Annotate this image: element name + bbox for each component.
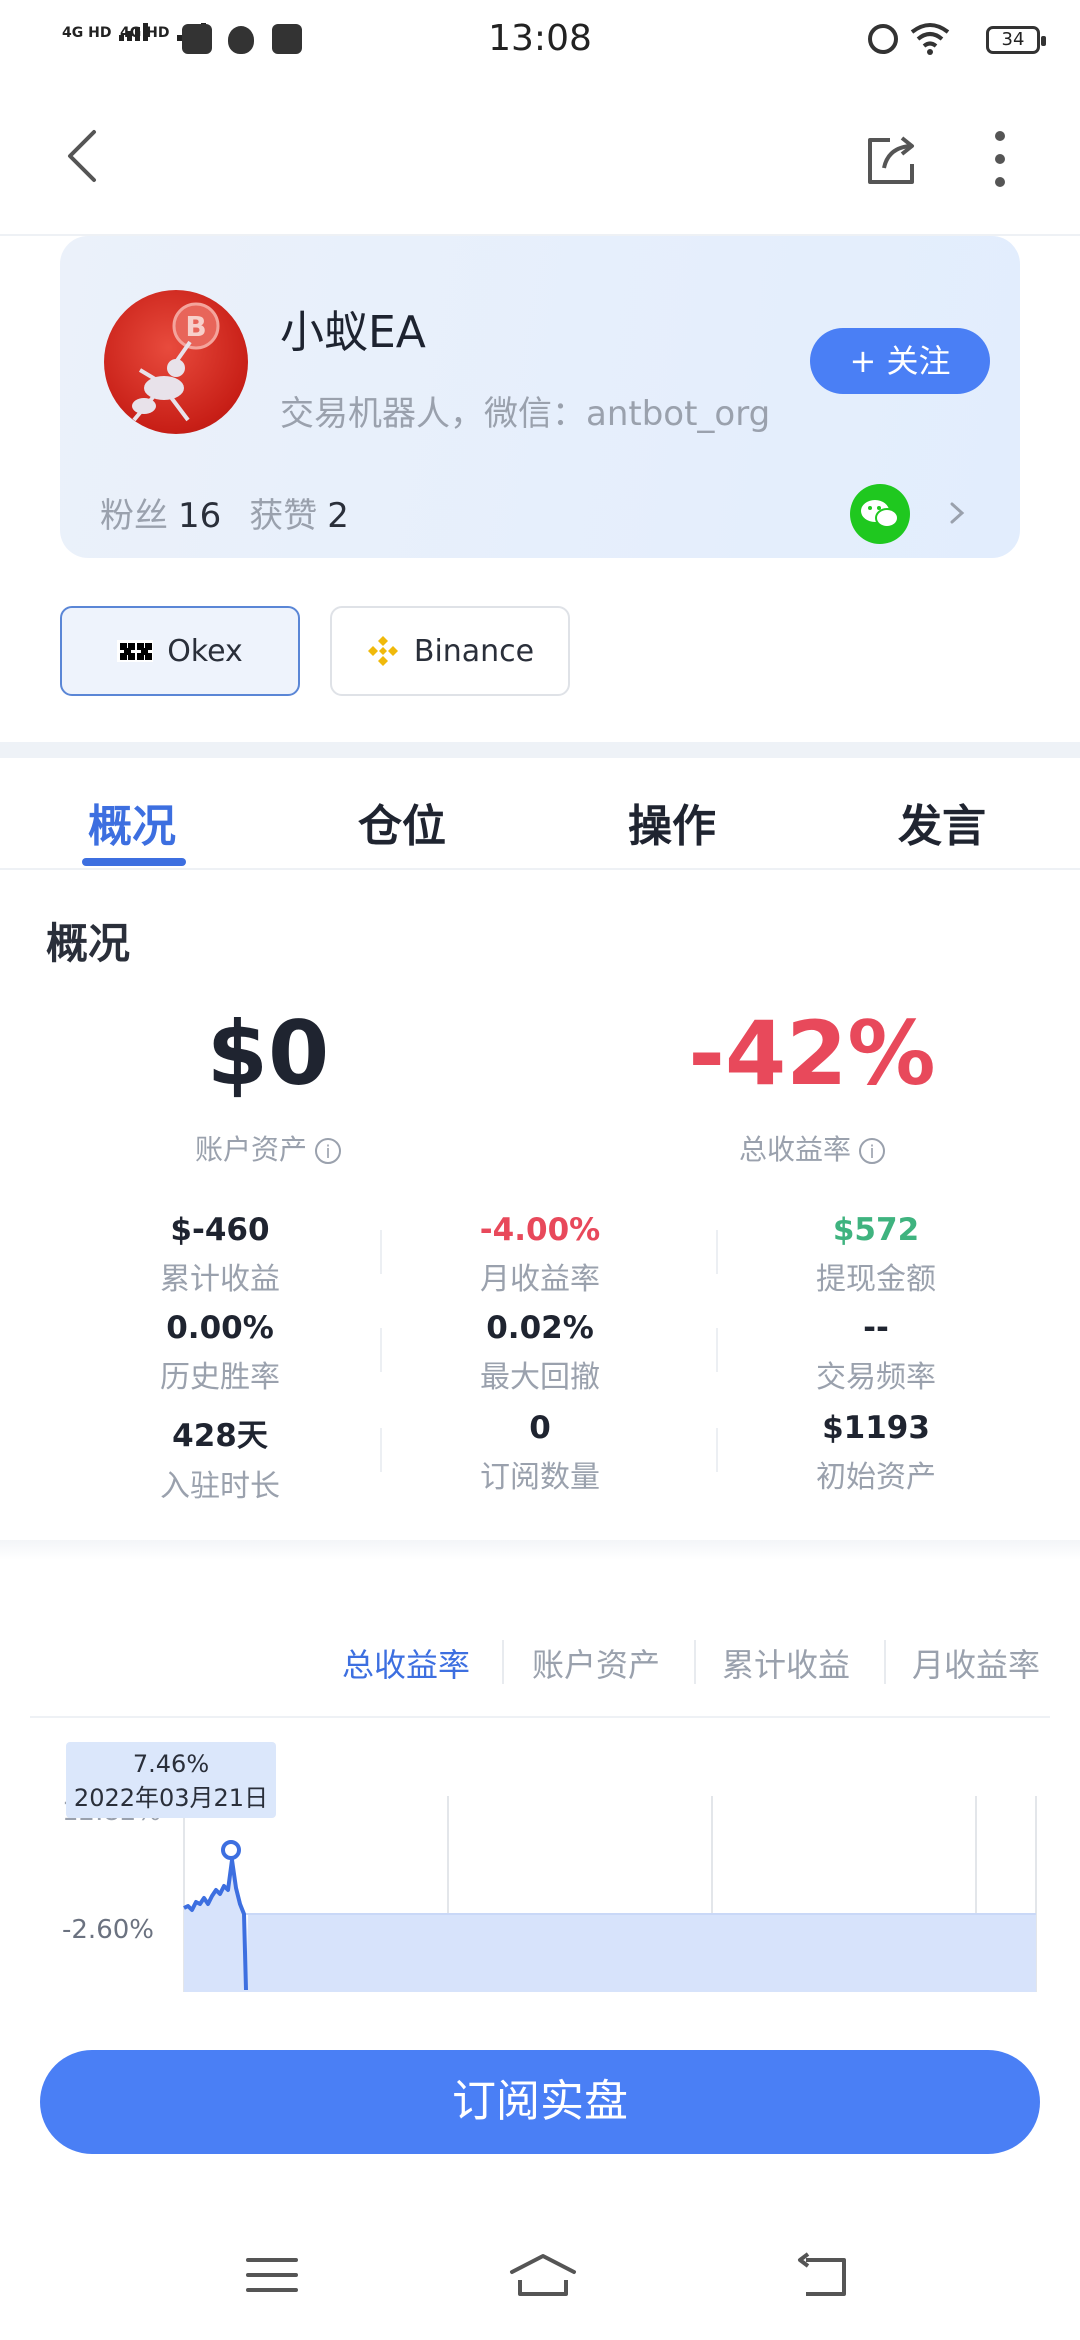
tab-operations[interactable]: 操作 [628, 790, 716, 854]
metric-value: $572 [832, 1212, 920, 1248]
metric-item: -4.00% 月收益率 [372, 1212, 708, 1298]
metric-item: 0 订阅数量 [372, 1410, 708, 1496]
chart-tab-separator [502, 1640, 504, 1684]
binance-logo-icon [367, 636, 398, 666]
metric-label: 月收益率 [480, 1262, 600, 1297]
total-return-value: -42% [688, 1002, 936, 1105]
chart-selected-point[interactable] [221, 1840, 241, 1860]
tab-positions[interactable]: 仓位 [358, 790, 446, 854]
tab-overview[interactable]: 概况 [88, 790, 176, 854]
tooltip-date: 2022年03月21日 [73, 1784, 269, 1812]
account-assets-label: 账户资产 [194, 1133, 307, 1166]
chart-tab-cumulative-profit[interactable]: 累计收益 [722, 1640, 850, 1686]
likes-label: 获赞 [249, 496, 318, 536]
metric-value: -- [863, 1310, 889, 1346]
back-icon[interactable] [58, 128, 108, 184]
metric-label: 初始资产 [816, 1460, 936, 1495]
metric-label: 累计收益 [160, 1262, 280, 1297]
exchange-binance-button[interactable]: Binance [330, 606, 570, 696]
metric-item: 428天入驻时长 [52, 1410, 388, 1505]
metric-label: 订阅数量 [480, 1460, 600, 1495]
chart-tab-total-return[interactable]: 总收益率 [342, 1640, 470, 1686]
chart-tooltip: 7.46% 2022年03月21日 [66, 1742, 276, 1818]
fans-label: 粉丝 [100, 496, 168, 536]
metric-value: $1193 [822, 1410, 930, 1446]
y-tick-bottom: -2.60% [62, 1915, 154, 1945]
metric-value: 0 [529, 1410, 551, 1446]
profile-description: 交易机器人，微信：antbot_org [280, 394, 771, 434]
back-nav-icon[interactable] [792, 2250, 852, 2300]
metric-label: 交易频率 [816, 1360, 936, 1395]
exchange-okex-label: Okex [167, 633, 243, 669]
share-icon[interactable] [862, 130, 922, 190]
metric-value: 0.02% [486, 1310, 594, 1346]
metric-item: $-460 累计收益 [52, 1212, 388, 1298]
top-nav-bar [0, 80, 1080, 236]
info-icon[interactable]: i [859, 1138, 885, 1164]
chart-divider [30, 1716, 1050, 1718]
info-icon[interactable]: i [315, 1138, 341, 1164]
metric-value: -4.00% [479, 1212, 601, 1248]
chart-tab-separator [884, 1640, 886, 1684]
total-return-label: 总收益率 [738, 1133, 851, 1166]
profile-stats: 粉丝 16 获赞 2 [100, 488, 377, 537]
metric-value: 428天 [172, 1418, 268, 1454]
chart-area [184, 1860, 1036, 1992]
wechat-icon[interactable] [850, 484, 910, 544]
likes-count: 2 [327, 496, 349, 536]
home-icon[interactable] [508, 2250, 578, 2300]
tooltip-value: 7.46% [132, 1750, 210, 1778]
menu-icon[interactable] [242, 2250, 302, 2300]
svg-text:B: B [185, 310, 206, 343]
section-divider [0, 742, 1080, 758]
alarm-icon [868, 24, 898, 54]
metric-item: 0.00% 历史胜率 [52, 1310, 388, 1396]
fans-count: 16 [178, 496, 222, 536]
exchange-okex-button[interactable]: Okex [60, 606, 300, 696]
tab-posts[interactable]: 发言 [898, 790, 986, 854]
chevron-right-icon[interactable] [942, 498, 972, 528]
metric-item: 0.02% 最大回撤 [372, 1310, 708, 1396]
chart-tab-separator [694, 1640, 696, 1684]
section-shadow [0, 1540, 1080, 1560]
metric-item: $572 提现金额 [708, 1212, 1044, 1298]
profile-card: B 小蚁EA 交易机器人，微信：antbot_org + 关注 粉丝 16 获赞 2 [60, 236, 1020, 558]
more-icon[interactable] [980, 124, 1020, 194]
battery-icon: 34 [986, 26, 1046, 54]
metric-label: 提现金额 [816, 1262, 936, 1297]
metric-item: $1193 初始资产 [708, 1410, 1044, 1496]
account-assets-label-row: 账户资产 i [68, 1128, 468, 1168]
profile-name: 小蚁EA [280, 307, 426, 358]
metric-item: -- 交易频率 [708, 1310, 1044, 1396]
chart-tab-monthly-return[interactable]: 月收益率 [912, 1640, 1040, 1686]
okx-logo-icon [117, 640, 154, 662]
metric-value: 0.00% [166, 1310, 274, 1346]
chart-tab-account-assets[interactable]: 账户资产 [532, 1640, 660, 1686]
metric-label: 最大回撤 [480, 1360, 600, 1395]
wifi-icon [910, 23, 950, 55]
subscribe-button[interactable]: 订阅实盘 [40, 2050, 1040, 2154]
section-title: 概况 [46, 919, 131, 968]
status-bar: 4G HD 4G HD 13:08 34 [0, 0, 1080, 80]
metric-value: $-460 [170, 1212, 270, 1248]
avatar[interactable]: B [104, 290, 248, 434]
tab-bar-underline [0, 868, 1080, 870]
follow-button[interactable]: + 关注 [810, 328, 990, 394]
total-return-label-row: 总收益率 i [612, 1128, 1012, 1168]
tab-active-indicator [82, 858, 186, 866]
exchange-binance-label: Binance [413, 633, 535, 669]
account-assets-value: $0 [206, 1002, 330, 1105]
metric-label: 入驻时长 [160, 1469, 280, 1504]
metric-label: 历史胜率 [160, 1360, 280, 1395]
